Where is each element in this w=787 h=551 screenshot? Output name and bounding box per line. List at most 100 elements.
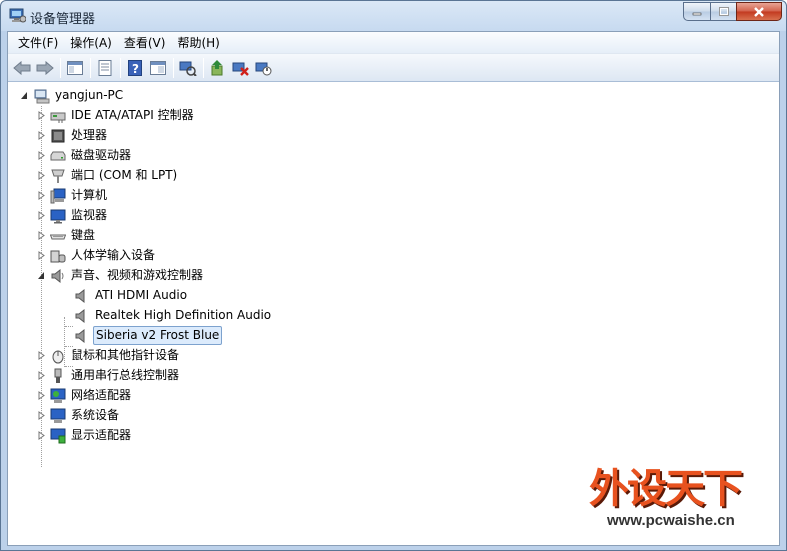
back-arrow-icon [13,60,31,75]
monitor-icon [50,209,66,223]
window-title: 设备管理器 [30,12,96,27]
scan-hardware-icon [179,61,197,76]
tree-category[interactable]: 显示适配器 [37,426,133,445]
mouse-icon [52,350,64,363]
tree-device-label: ATI HDMI Audio [95,288,188,302]
tree-root-label: yangjun-PC [55,88,124,102]
tree-device-label: Realtek High Definition Audio [95,308,272,322]
tree-category-label: 通用串行总线控制器 [71,368,180,382]
watermark-url: www.pcwaishe.cn [607,512,735,529]
tree-category-label: 计算机 [71,188,108,202]
keyboard-icon [50,234,66,239]
tree-category-label: 显示适配器 [71,428,132,442]
display-adapter-icon [50,428,66,443]
tree-category[interactable]: 计算机 [37,186,109,205]
tree-category-label: 键盘 [71,228,96,242]
uninstall-icon [232,62,249,76]
tree-category-label: 系统设备 [71,408,120,422]
forward-arrow-icon [36,60,54,75]
console-tree-button[interactable] [64,57,86,79]
tree-category[interactable]: 监视器 [37,206,109,225]
update-driver-button[interactable] [207,57,229,79]
help-button[interactable]: ? [124,57,146,79]
tree-category[interactable]: 系统设备 [37,406,121,425]
tree-category[interactable]: 人体学输入设备 [37,246,157,265]
expand-arrow-icon[interactable] [37,191,46,200]
hid-icon [50,250,66,262]
properties-button[interactable] [94,57,116,79]
menu-bar: 文件(F) 操作(A) 查看(V) 帮助(H) [8,32,779,54]
tree-category[interactable]: 键盘 [37,226,97,245]
tree-root[interactable]: yangjun-PC [20,86,125,105]
view-button[interactable] [147,57,169,79]
toolbar: ? [8,54,779,82]
tree-category-label: IDE ATA/ATAPI 控制器 [71,108,194,122]
expand-arrow-icon[interactable] [37,171,46,180]
expand-arrow-icon[interactable] [37,231,46,240]
maximize-icon [718,7,729,16]
menu-help[interactable]: 帮助(H) [171,33,225,53]
expand-arrow-icon[interactable] [37,431,46,440]
port-icon [51,169,65,183]
tree-category-expanded[interactable]: 声音、视频和游戏控制器 [37,266,205,285]
tree-device-item-selected[interactable]: Siberia v2 Frost Blue [74,326,223,345]
console-tree-icon [67,60,83,75]
menu-view[interactable]: 查看(V) [118,33,172,53]
menu-file[interactable]: 文件(F) [12,33,64,53]
tree-category-label: 声音、视频和游戏控制器 [71,268,204,282]
tree-category[interactable]: 鼠标和其他指针设备 [37,346,181,365]
watermark-logo: 外设天下 www.pcwaishe.cn [589,456,779,546]
toolbar-separator [90,57,91,78]
toolbar-separator [120,57,121,78]
expand-arrow-icon[interactable] [37,391,46,400]
properties-icon [98,59,112,76]
update-driver-icon [211,59,223,75]
tree-device-item[interactable]: Realtek High Definition Audio [74,306,273,325]
collapse-arrow-icon[interactable] [37,271,46,280]
minimize-icon [692,12,702,15]
tree-category[interactable]: 通用串行总线控制器 [37,366,181,385]
close-button[interactable] [736,2,782,21]
watermark-title: 外设天下 [589,466,743,512]
help-icon: ? [128,59,142,76]
expand-arrow-icon[interactable] [37,211,46,220]
collapse-arrow-icon[interactable] [20,91,29,100]
tree-category-label: 磁盘驱动器 [71,148,132,162]
expand-arrow-icon[interactable] [37,151,46,160]
close-icon [754,6,764,17]
tree-category[interactable]: 端口 (COM 和 LPT) [37,166,179,185]
expand-arrow-icon[interactable] [37,131,46,140]
minimize-button[interactable] [683,2,710,21]
processor-icon [51,129,65,142]
tree-category[interactable]: 磁盘驱动器 [37,146,133,165]
speaker-icon [51,268,64,283]
back-button[interactable] [11,57,33,79]
tree-category-label: 鼠标和其他指针设备 [71,348,180,362]
usb-icon [54,368,62,383]
scan-hardware-button[interactable] [177,57,199,79]
expand-arrow-icon[interactable] [37,371,46,380]
svg-text:?: ? [132,62,139,76]
tree-category-label: 网络适配器 [71,388,132,402]
toolbar-separator [173,57,174,78]
toolbar-separator [203,57,204,78]
expand-arrow-icon[interactable] [37,411,46,420]
tree-category[interactable]: 处理器 [37,126,109,145]
tree-category-label: 人体学输入设备 [71,248,156,262]
menu-action[interactable]: 操作(A) [64,33,118,53]
computer-icon [34,89,50,103]
tree-category[interactable]: IDE ATA/ATAPI 控制器 [37,106,196,125]
toolbar-separator [60,57,61,78]
expand-arrow-icon[interactable] [37,351,46,360]
tree-category-label: 处理器 [71,128,108,142]
disable-button[interactable] [253,57,275,79]
maximize-button[interactable] [710,2,736,21]
tree-category[interactable]: 网络适配器 [37,386,133,405]
uninstall-button[interactable] [230,57,252,79]
expand-arrow-icon[interactable] [37,251,46,260]
tree-category-label: 端口 (COM 和 LPT) [71,168,178,182]
tree-device-item[interactable]: ATI HDMI Audio [74,286,189,305]
expand-arrow-icon[interactable] [37,111,46,120]
title-bar[interactable]: 设备管理器 [1,1,786,31]
forward-button[interactable] [34,57,56,79]
